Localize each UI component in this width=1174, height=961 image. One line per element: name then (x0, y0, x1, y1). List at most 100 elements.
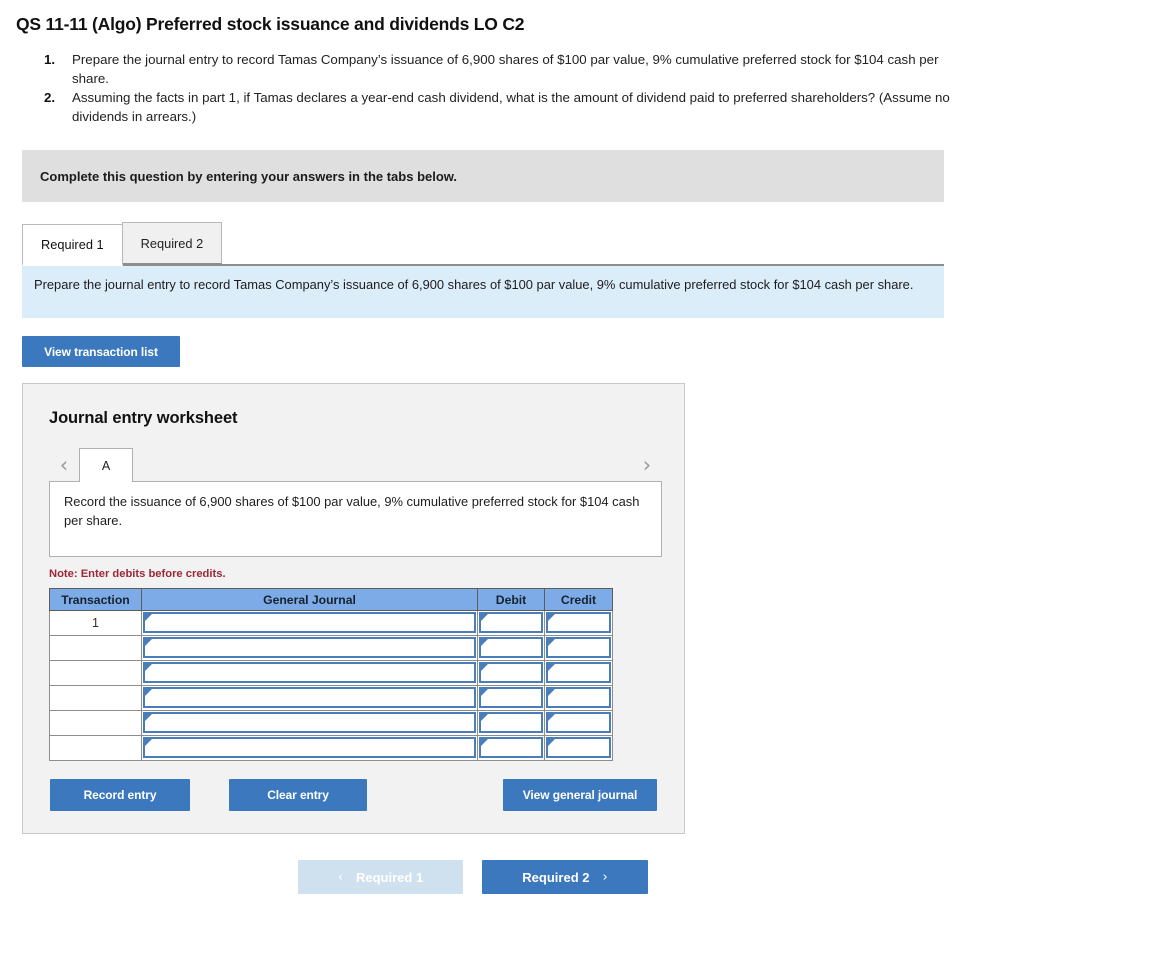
requirement-text: Prepare the journal entry to record Tama… (72, 52, 939, 86)
debit-input-field-1[interactable] (481, 614, 541, 632)
transaction-number-cell (49, 710, 142, 737)
requirements-list: 1. Prepare the journal entry to record Ta… (0, 51, 960, 126)
requirement-number: 2. (44, 90, 56, 106)
tab-required-1[interactable]: Required 1 (22, 224, 123, 267)
requirement-item-2: 2. Assuming the facts in part 1, if Tamas… (44, 89, 960, 126)
chevron-left-icon[interactable]: ‹ (49, 448, 79, 482)
requirement-prompt-panel: Prepare the journal entry to record Tama… (22, 266, 944, 319)
general-journal-input-field-1[interactable] (145, 614, 474, 632)
table-row (49, 685, 613, 712)
worksheet-entry-tab-a[interactable]: A (79, 448, 133, 483)
debit-input-1[interactable] (479, 612, 543, 634)
credit-input-2[interactable] (546, 637, 611, 659)
debit-input-field-4[interactable] (481, 689, 541, 707)
credit-input-field-4[interactable] (548, 689, 609, 707)
general-journal-input-2[interactable] (143, 637, 476, 659)
column-header-debit: Debit (477, 588, 545, 612)
clear-entry-button[interactable]: Clear entry (229, 779, 367, 812)
general-journal-input-field-4[interactable] (145, 689, 474, 707)
debit-input-6[interactable] (479, 737, 543, 759)
general-journal-input-4[interactable] (143, 687, 476, 709)
table-row (49, 735, 613, 762)
requirement-prompt-text: Prepare the journal entry to record Tama… (34, 277, 914, 293)
credit-input-1[interactable] (546, 612, 611, 634)
credit-input-field-5[interactable] (548, 714, 609, 732)
transaction-number-cell (49, 685, 142, 712)
transaction-number-cell (49, 635, 142, 662)
nav-previous-required-1-button[interactable]: ‹ Required 1 (298, 860, 463, 895)
credit-cell (544, 735, 613, 762)
nav-previous-label: Required 1 (356, 869, 424, 885)
general-journal-cell (141, 685, 478, 712)
complete-question-text: Complete this question by entering your … (40, 168, 458, 184)
table-row (49, 660, 613, 687)
general-journal-input-3[interactable] (143, 662, 476, 684)
debit-input-field-3[interactable] (481, 664, 541, 682)
tab-required-2-label: Required 2 (140, 235, 204, 251)
view-transaction-list-button[interactable]: View transaction list (22, 336, 180, 368)
worksheet-description-text: Record the issuance of 6,900 shares of $… (64, 494, 640, 528)
general-journal-input-field-5[interactable] (145, 714, 474, 732)
table-row (49, 710, 613, 737)
worksheet-entry-tab-a-label: A (101, 458, 111, 473)
general-journal-input-5[interactable] (143, 712, 476, 734)
worksheet-tab-row: ‹ A › (49, 448, 662, 483)
journal-entry-table: Transaction General Journal Debit Credit… (49, 588, 613, 762)
bottom-navigation: ‹ Required 1 Required 2 › (0, 860, 1174, 895)
requirement-number: 1. (44, 52, 56, 67)
general-journal-cell (141, 735, 478, 762)
tab-required-1-label: Required 1 (41, 237, 104, 253)
credit-input-field-1[interactable] (548, 614, 609, 632)
nav-next-required-2-button[interactable]: Required 2 › (482, 860, 648, 895)
general-journal-cell (141, 635, 478, 662)
nav-next-label: Required 2 (522, 869, 590, 885)
credit-cell (544, 610, 613, 637)
credit-cell (544, 660, 613, 687)
table-row (49, 635, 613, 662)
general-journal-input-field-3[interactable] (145, 664, 474, 682)
debit-cell (477, 660, 545, 687)
debit-input-4[interactable] (479, 687, 543, 709)
general-journal-input-field-6[interactable] (145, 739, 474, 757)
chevron-right-icon[interactable]: › (632, 448, 662, 482)
debit-input-field-6[interactable] (481, 739, 541, 757)
transaction-number-cell: 1 (49, 610, 142, 637)
debit-cell (477, 710, 545, 737)
requirement-item-1: 1. Prepare the journal entry to record Ta… (44, 51, 960, 88)
credit-input-3[interactable] (546, 662, 611, 684)
debit-cell (477, 610, 545, 637)
tab-required-2[interactable]: Required 2 (121, 222, 223, 265)
view-general-journal-button[interactable]: View general journal (503, 779, 657, 812)
general-journal-input-6[interactable] (143, 737, 476, 759)
chevron-left-icon: ‹ (337, 869, 343, 885)
record-entry-button[interactable]: Record entry (50, 779, 190, 812)
column-header-credit: Credit (544, 588, 613, 612)
credit-cell (544, 710, 613, 737)
debit-cell (477, 685, 545, 712)
debit-input-3[interactable] (479, 662, 543, 684)
credit-input-5[interactable] (546, 712, 611, 734)
debit-input-2[interactable] (479, 637, 543, 659)
credit-input-field-3[interactable] (548, 664, 609, 682)
general-journal-cell (141, 660, 478, 687)
credit-input-6[interactable] (546, 737, 611, 759)
debit-input-field-2[interactable] (481, 639, 541, 657)
general-journal-input-field-2[interactable] (145, 639, 474, 657)
worksheet-action-buttons: Record entry Clear entry View general jo… (49, 779, 662, 812)
requirement-text: Assuming the facts in part 1, if Tamas d… (72, 90, 950, 124)
transaction-number-cell (49, 660, 142, 687)
page-title: QS 11-11 (Algo) Preferred stock issuance… (16, 14, 525, 34)
worksheet-description-box: Record the issuance of 6,900 shares of $… (49, 481, 662, 558)
debit-input-field-5[interactable] (481, 714, 541, 732)
column-header-general-journal: General Journal (141, 588, 478, 612)
debits-before-credits-note: Note: Enter debits before credits. (49, 568, 226, 581)
credit-input-4[interactable] (546, 687, 611, 709)
complete-question-bar: Complete this question by entering your … (22, 150, 944, 203)
column-header-transaction: Transaction (49, 588, 142, 612)
general-journal-input-1[interactable] (143, 612, 476, 634)
debit-input-5[interactable] (479, 712, 543, 734)
required-tab-strip: Required 1 Required 2 (22, 222, 944, 267)
credit-cell (544, 685, 613, 712)
credit-input-field-2[interactable] (548, 639, 609, 657)
credit-input-field-6[interactable] (548, 739, 609, 757)
